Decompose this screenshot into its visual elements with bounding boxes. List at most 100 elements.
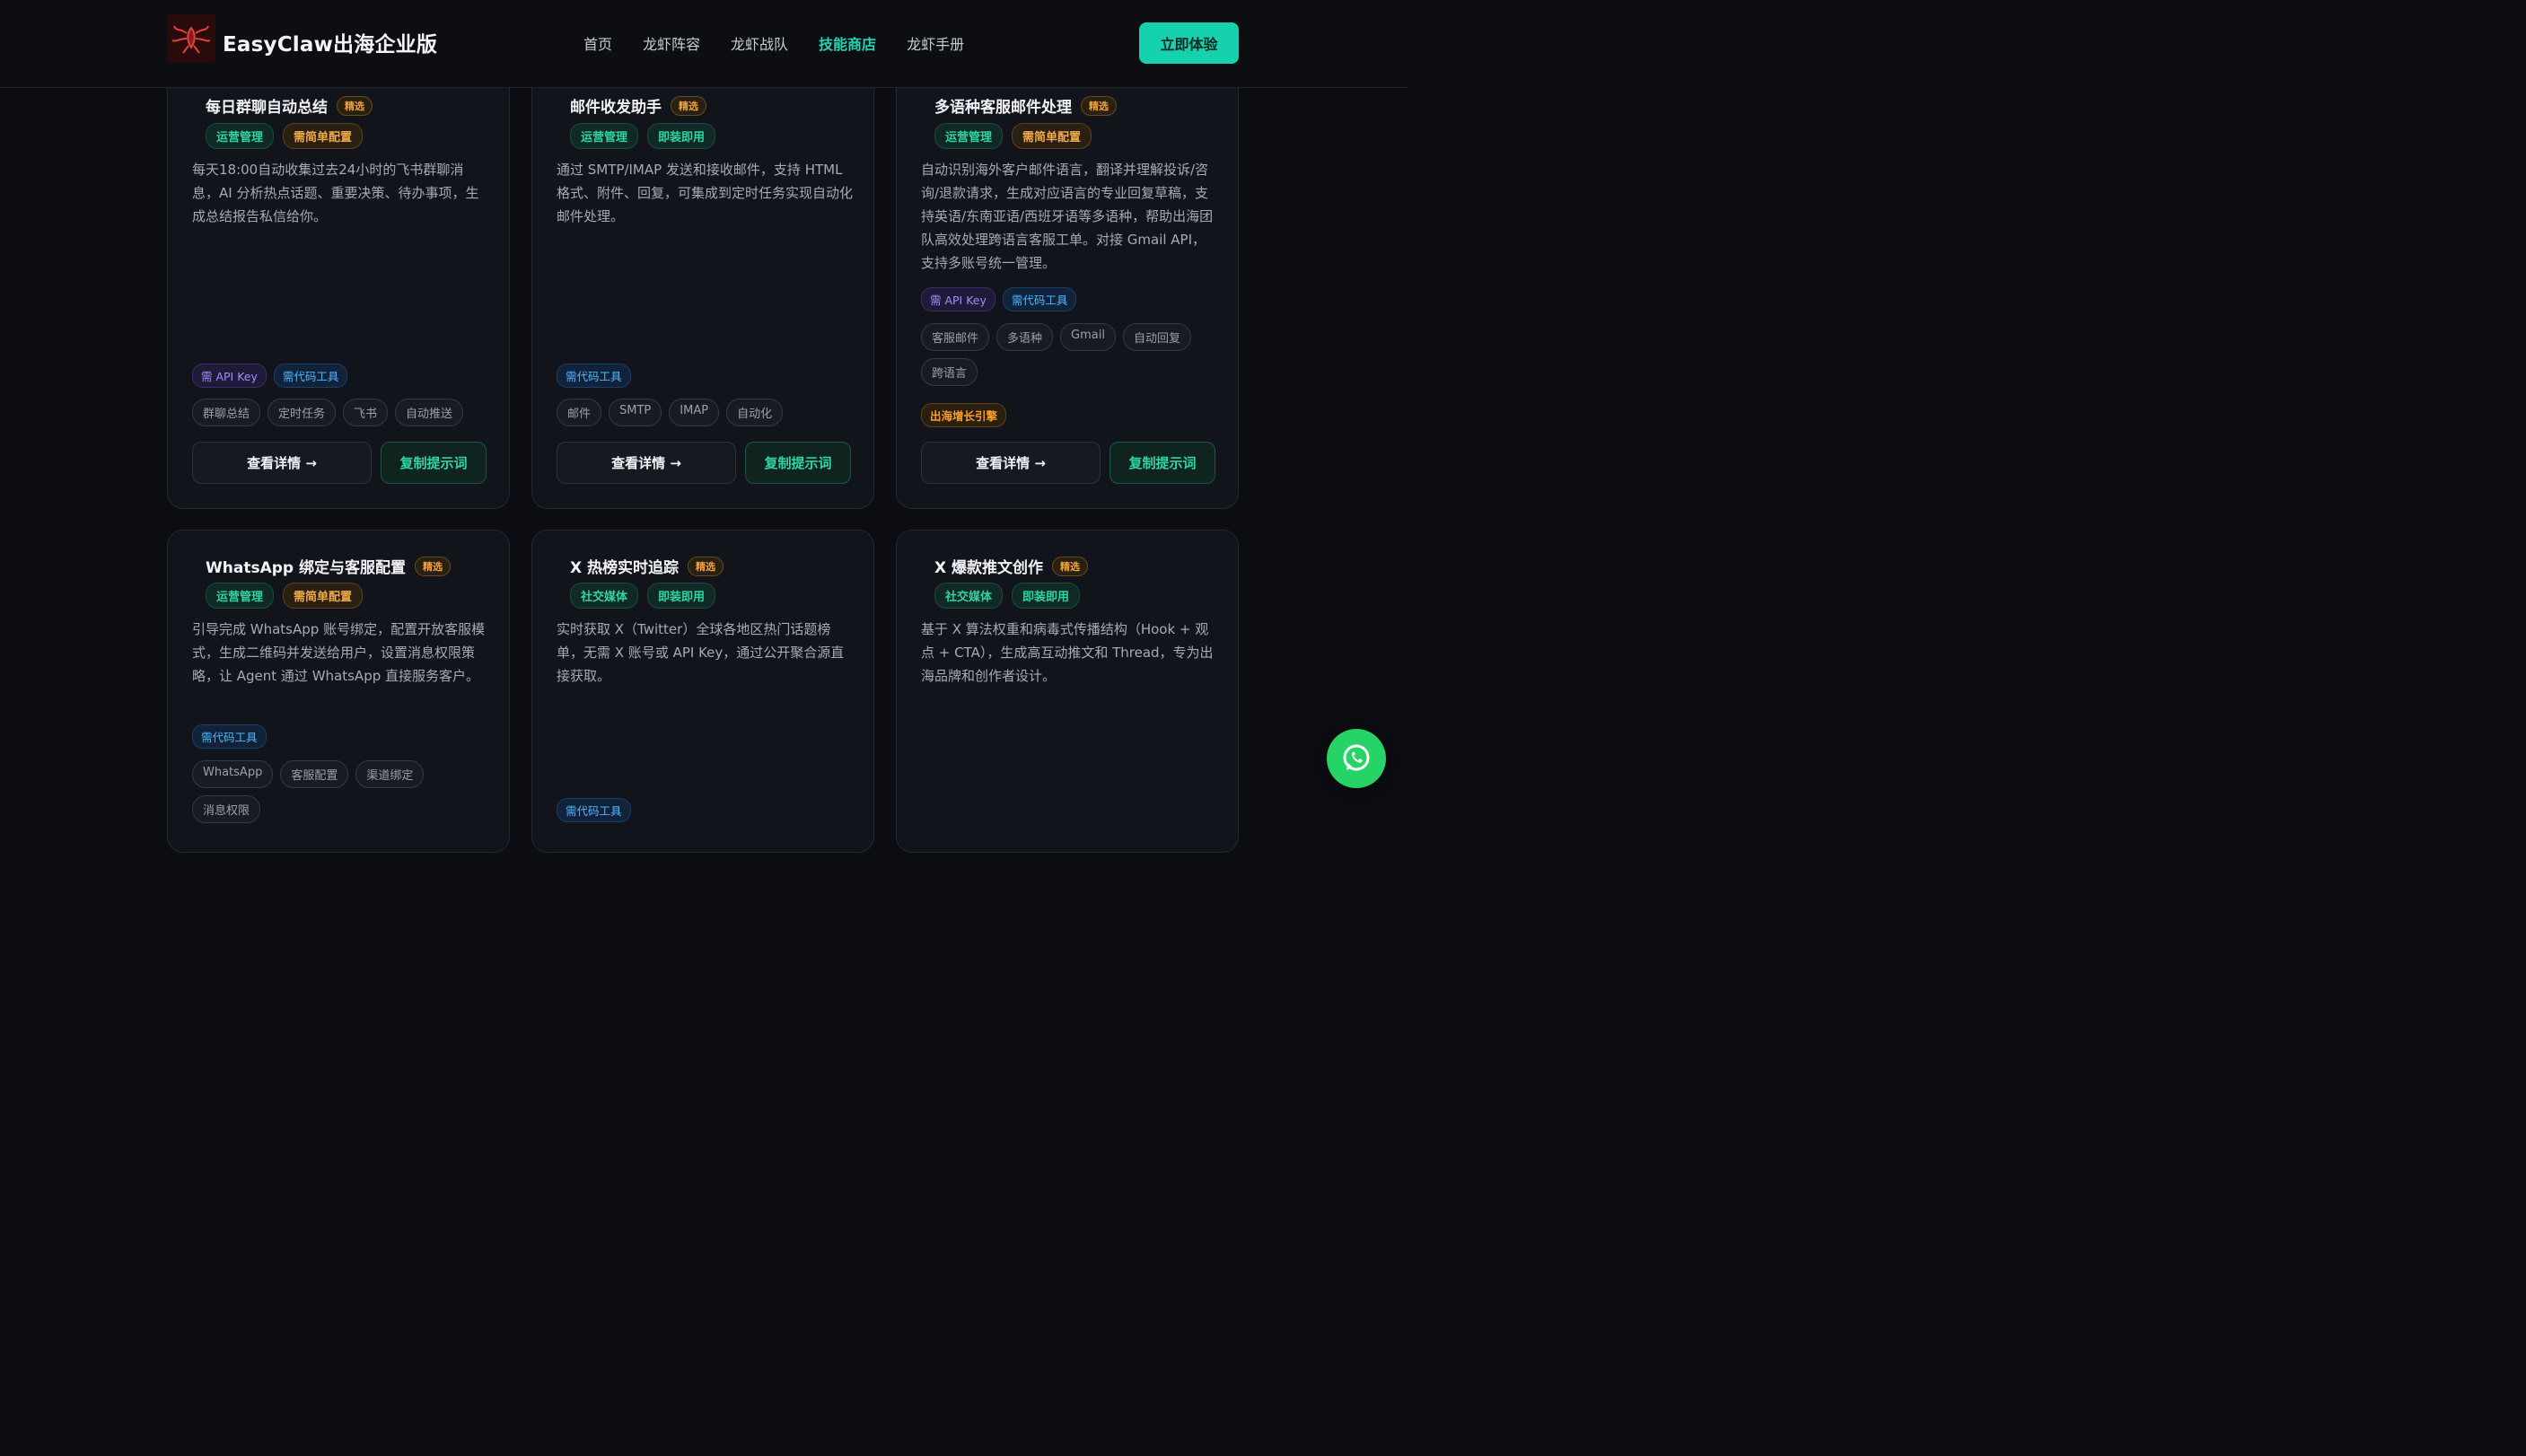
requirement-tag: 需代码工具 — [557, 364, 631, 388]
copy-prompt-button[interactable]: 复制提示词 — [745, 442, 851, 484]
requirement-tag: 需代码工具 — [1002, 287, 1077, 311]
card-title[interactable]: 每日群聊自动总结 — [206, 94, 328, 117]
view-details-button[interactable]: 查看详情 → — [192, 442, 372, 484]
card-title-row: 多语种客服邮件处理 精选 — [934, 94, 1117, 117]
keyword-tags: 客服邮件 多语种 Gmail 自动回复 跨语言 — [921, 323, 1226, 386]
category-tags: 运营管理 需简单配置 — [206, 583, 364, 609]
category-tags: 社交媒体 即装即用 — [570, 583, 716, 609]
requirement-tag: 需 API Key — [192, 364, 267, 388]
featured-badge: 精选 — [414, 556, 451, 576]
keyword-tag[interactable]: 群聊总结 — [192, 399, 261, 426]
card-title[interactable]: 多语种客服邮件处理 — [934, 94, 1072, 117]
skill-card-daily-group-summary: 每日群聊自动总结 精选 运营管理 需简单配置 每天18:00自动收集过去24小时… — [167, 54, 510, 509]
keyword-tag[interactable]: 邮件 — [557, 399, 602, 426]
category-tags: 运营管理 需简单配置 — [934, 123, 1092, 149]
category-tag: 运营管理 — [570, 123, 639, 149]
view-details-button[interactable]: 查看详情 → — [557, 442, 736, 484]
keyword-tag[interactable]: 自动回复 — [1122, 323, 1191, 351]
nav-item-manual[interactable]: 龙虾手册 — [907, 32, 964, 54]
keyword-tags: 邮件 SMTP IMAP 自动化 — [557, 399, 862, 426]
keyword-tag[interactable]: SMTP — [609, 399, 662, 426]
keyword-tag[interactable]: 渠道绑定 — [355, 760, 425, 788]
card-title[interactable]: WhatsApp 绑定与客服配置 — [206, 555, 406, 577]
keyword-tag[interactable]: 自动化 — [726, 399, 784, 426]
view-details-button[interactable]: 查看详情 → — [921, 442, 1101, 484]
setup-tag: 即装即用 — [1012, 583, 1081, 609]
skill-card-email-assistant: 邮件收发助手 精选 运营管理 即装即用 通过 SMTP/IMAP 发送和接收邮件… — [531, 54, 874, 509]
keyword-tag[interactable]: IMAP — [669, 399, 720, 426]
copy-prompt-button[interactable]: 复制提示词 — [381, 442, 487, 484]
keyword-tag[interactable]: 客服配置 — [280, 760, 349, 788]
card-description: 自动识别海外客户邮件语言，翻译并理解投诉/咨询/退款请求，生成对应语言的专业回复… — [921, 162, 1214, 271]
keyword-tag[interactable]: 飞书 — [343, 399, 389, 426]
nav-item-home[interactable]: 首页 — [583, 32, 612, 54]
top-navbar: EasyClaw出海企业版 首页 龙虾阵容 龙虾战队 技能商店 龙虾手册 立即体… — [0, 0, 1408, 88]
whatsapp-icon — [1343, 744, 1370, 771]
category-tag: 运营管理 — [206, 583, 275, 609]
nav-item-lineup[interactable]: 龙虾阵容 — [643, 32, 700, 54]
category-tag: 社交媒体 — [934, 583, 1004, 609]
brand-name[interactable]: EasyClaw出海企业版 — [223, 27, 437, 57]
card-description: 基于 X 算法权重和病毒式传播结构（Hook + 观点 + CTA），生成高互动… — [921, 621, 1214, 684]
featured-badge: 精选 — [671, 95, 706, 116]
card-title-row: WhatsApp 绑定与客服配置 精选 — [206, 555, 451, 577]
keyword-tag[interactable]: WhatsApp — [192, 760, 274, 788]
keyword-tag[interactable]: 多语种 — [996, 323, 1054, 351]
featured-badge: 精选 — [337, 95, 373, 116]
card-title-row: X 热榜实时追踪 精选 — [570, 555, 724, 577]
nav-item-squad[interactable]: 龙虾战队 — [731, 32, 788, 54]
category-tags: 社交媒体 即装即用 — [934, 583, 1081, 609]
card-title[interactable]: X 爆款推文创作 — [934, 555, 1043, 577]
growth-engine-tag: 出海增长引擎 — [921, 403, 1007, 427]
requirement-tags: 需代码工具 — [557, 798, 631, 822]
copy-prompt-button[interactable]: 复制提示词 — [1110, 442, 1215, 484]
skill-card-whatsapp-setup: WhatsApp 绑定与客服配置 精选 运营管理 需简单配置 引导完成 What… — [167, 530, 510, 853]
card-title-row: X 爆款推文创作 精选 — [934, 555, 1089, 577]
featured-badge: 精选 — [688, 556, 724, 576]
requirement-tags: 需 API Key 需代码工具 — [192, 364, 348, 388]
category-tag: 社交媒体 — [570, 583, 639, 609]
skill-card-x-trending-tracker: X 热榜实时追踪 精选 社交媒体 即装即用 实时获取 X（Twitter）全球各… — [531, 530, 874, 853]
setup-tag: 即装即用 — [647, 583, 716, 609]
keyword-tag[interactable]: 跨语言 — [921, 358, 978, 386]
category-tags: 运营管理 即装即用 — [570, 123, 716, 149]
setup-tag: 需简单配置 — [1012, 123, 1092, 149]
featured-badge: 精选 — [1081, 95, 1117, 116]
keyword-tag[interactable]: Gmail — [1060, 323, 1116, 351]
skill-card-x-viral-post-writer: X 爆款推文创作 精选 社交媒体 即装即用 基于 X 算法权重和病毒式传播结构（… — [896, 530, 1239, 853]
keyword-tag[interactable]: 定时任务 — [268, 399, 337, 426]
setup-tag: 需简单配置 — [283, 583, 364, 609]
category-tag: 运营管理 — [206, 123, 275, 149]
keyword-tag[interactable]: 客服邮件 — [921, 323, 990, 351]
category-tag: 运营管理 — [934, 123, 1004, 149]
card-description: 实时获取 X（Twitter）全球各地区热门话题榜单，无需 X 账号或 API … — [557, 621, 845, 684]
nav-item-skill-store[interactable]: 技能商店 — [819, 32, 876, 54]
lobster-logo-icon[interactable] — [167, 14, 215, 63]
skill-card-multilingual-support-email: 多语种客服邮件处理 精选 运营管理 需简单配置 自动识别海外客户邮件语言，翻译并… — [896, 54, 1239, 509]
card-description: 引导完成 WhatsApp 账号绑定，配置开放客服模式，生成二维码并发送给用户，… — [192, 621, 486, 684]
try-now-button[interactable]: 立即体验 — [1139, 22, 1239, 64]
main-nav: 首页 龙虾阵容 龙虾战队 技能商店 龙虾手册 — [583, 32, 964, 54]
setup-tag: 需简单配置 — [283, 123, 364, 149]
card-title[interactable]: X 热榜实时追踪 — [570, 555, 679, 577]
featured-badge: 精选 — [1052, 556, 1089, 576]
card-description: 通过 SMTP/IMAP 发送和接收邮件，支持 HTML 格式、附件、回复，可集… — [557, 162, 854, 224]
requirement-tags: 需 API Key 需代码工具 — [921, 287, 1077, 311]
category-tags: 运营管理 需简单配置 — [206, 123, 364, 149]
setup-tag: 即装即用 — [647, 123, 716, 149]
card-description: 每天18:00自动收集过去24小时的飞书群聊消息，AI 分析热点话题、重要决策、… — [192, 162, 479, 224]
requirement-tag: 需代码工具 — [273, 364, 348, 388]
card-title[interactable]: 邮件收发助手 — [570, 94, 662, 117]
requirement-tag: 需代码工具 — [557, 798, 631, 822]
requirement-tags: 需代码工具 — [192, 724, 267, 749]
keyword-tag[interactable]: 自动推送 — [395, 399, 464, 426]
requirement-tags: 需代码工具 — [557, 364, 631, 388]
requirement-tag: 需 API Key — [921, 287, 995, 311]
keyword-tags: WhatsApp 客服配置 渠道绑定 消息权限 — [192, 760, 497, 823]
keyword-tags: 群聊总结 定时任务 飞书 自动推送 — [192, 399, 497, 426]
card-title-row: 每日群聊自动总结 精选 — [206, 94, 373, 117]
whatsapp-chat-button[interactable] — [1327, 729, 1386, 788]
card-title-row: 邮件收发助手 精选 — [570, 94, 706, 117]
keyword-tag[interactable]: 消息权限 — [192, 795, 261, 823]
requirement-tag: 需代码工具 — [192, 724, 267, 749]
